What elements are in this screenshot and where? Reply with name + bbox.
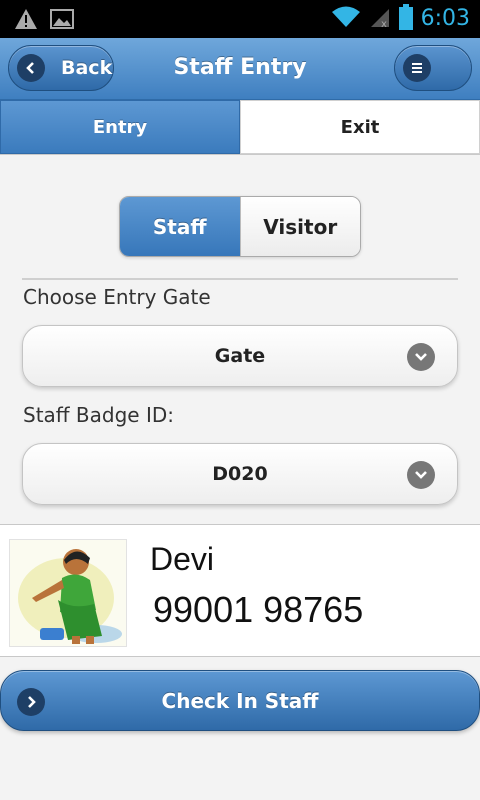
entry-gate-value: Gate: [214, 345, 266, 367]
visitor-option[interactable]: Visitor: [239, 197, 360, 256]
clock: 6:03: [420, 6, 470, 31]
staff-name: Devi: [150, 541, 215, 577]
entry-gate-select[interactable]: Gate: [22, 325, 458, 387]
badge-id-value: D020: [212, 463, 268, 485]
tab-exit[interactable]: Exit: [240, 100, 480, 154]
check-in-label: Check In Staff: [161, 688, 319, 713]
check-in-button[interactable]: Check In Staff: [0, 670, 480, 731]
entry-exit-tabs: Entry Exit: [0, 100, 480, 155]
wifi-icon: [331, 5, 361, 33]
staff-card: Devi 99001 98765: [0, 524, 480, 657]
svg-text:x: x: [381, 19, 387, 29]
image-icon: [50, 8, 74, 34]
chevron-right-icon: [17, 688, 45, 716]
battery-icon: [398, 4, 413, 34]
badge-id-label: Staff Badge ID:: [23, 403, 174, 427]
badge-id-select[interactable]: D020: [22, 443, 458, 505]
person-type-toggle: Staff Visitor: [119, 196, 361, 257]
app-header: Back Staff Entry: [0, 38, 480, 100]
warning-icon: [14, 8, 38, 34]
menu-button[interactable]: [394, 45, 472, 91]
tab-entry[interactable]: Entry: [0, 100, 240, 154]
chevron-down-icon: [407, 343, 435, 371]
staff-photo: [9, 539, 127, 647]
status-bar: x 6:03: [0, 0, 480, 38]
staff-phone: 99001 98765: [153, 589, 364, 630]
menu-icon: [403, 54, 431, 82]
no-signal-icon: x: [369, 5, 391, 33]
entry-gate-label: Choose Entry Gate: [23, 285, 211, 309]
chevron-down-icon: [407, 461, 435, 489]
staff-option[interactable]: Staff: [120, 197, 240, 256]
divider: [22, 278, 458, 280]
